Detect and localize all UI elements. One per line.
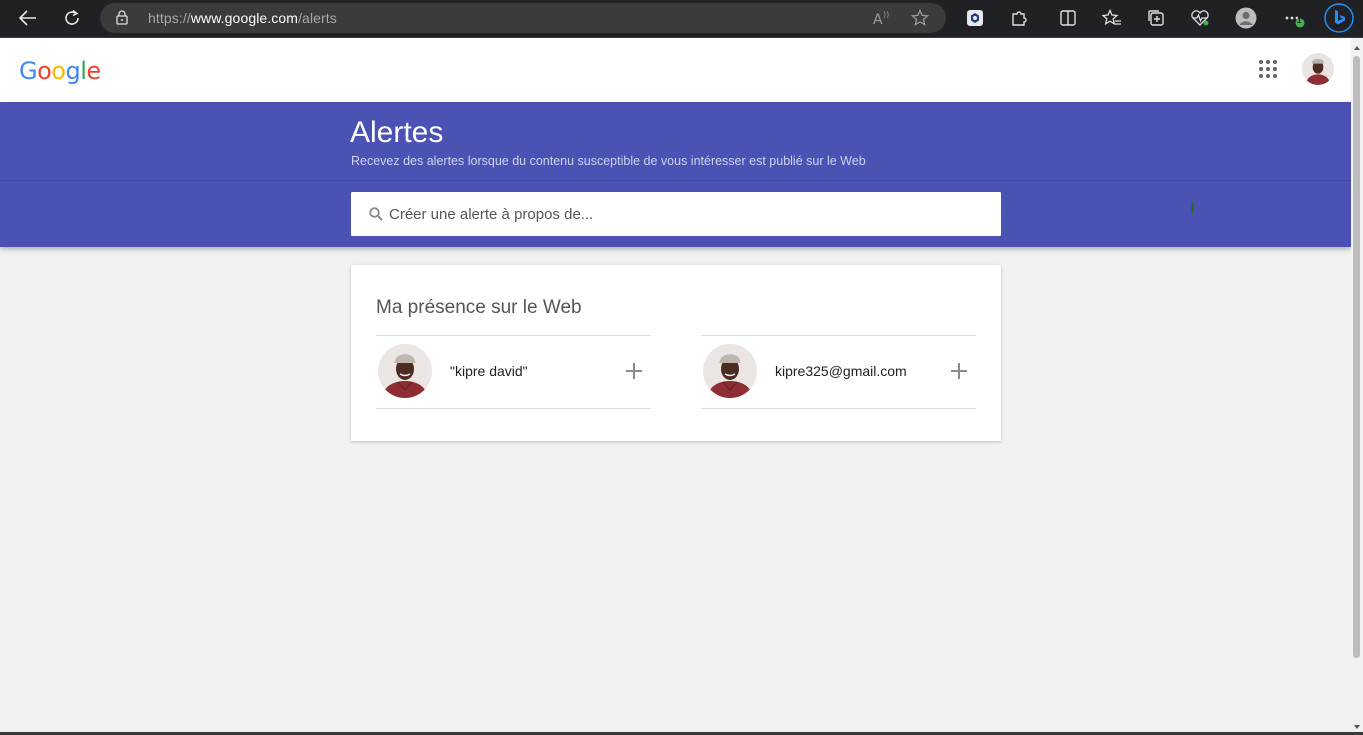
alerts-banner: Alertes Recevez des alertes lorsque du c…: [0, 102, 1351, 247]
url-host: www.google.com: [190, 10, 299, 26]
avatar: [703, 344, 757, 398]
scroll-down-arrow[interactable]: [1354, 725, 1360, 729]
collections-icon[interactable]: [1141, 4, 1171, 32]
logo-letter: g: [65, 57, 81, 85]
refresh-icon[interactable]: [57, 4, 87, 32]
create-alert-input[interactable]: [389, 192, 989, 236]
status-indicator: [1191, 202, 1194, 213]
read-aloud-icon[interactable]: A)): [872, 9, 892, 32]
svg-text:)): )): [883, 10, 889, 19]
favorites-icon[interactable]: [1097, 4, 1127, 32]
plus-icon[interactable]: [950, 362, 968, 380]
logo-letter: G: [19, 57, 38, 85]
heartbeat-icon[interactable]: [1185, 4, 1215, 32]
bing-icon[interactable]: [1322, 2, 1356, 34]
presence-label: kipre325@gmail.com: [775, 363, 907, 379]
svg-text:A: A: [873, 12, 883, 27]
presence-item-name[interactable]: "kipre david": [376, 335, 651, 409]
search-icon: [369, 207, 383, 226]
scroll-thumb[interactable]: [1353, 56, 1360, 658]
puzzle-icon[interactable]: [1004, 4, 1034, 32]
plus-icon[interactable]: [625, 362, 643, 380]
star-icon[interactable]: [910, 8, 930, 32]
more-icon[interactable]: 1: [1279, 4, 1309, 32]
banner-divider: [0, 180, 1351, 181]
web-presence-card: Ma présence sur le Web "kipre david" kip…: [351, 265, 1001, 441]
presence-label: "kipre david": [450, 363, 528, 379]
back-arrow-icon[interactable]: [13, 4, 43, 32]
create-alert-box[interactable]: [351, 192, 1001, 236]
page-subtitle: Recevez des alertes lorsque du contenu s…: [351, 154, 866, 168]
address-bar[interactable]: https://www.google.com/alerts A)): [100, 3, 946, 33]
presence-item-email[interactable]: kipre325@gmail.com: [701, 335, 976, 409]
scroll-up-arrow[interactable]: [1354, 46, 1360, 50]
google-logo[interactable]: Google: [19, 57, 101, 85]
url-text[interactable]: https://www.google.com/alerts: [148, 10, 337, 26]
profile-icon[interactable]: [1231, 4, 1261, 32]
alerts-page: Google Alertes Recevez des alertes lorsq…: [0, 38, 1351, 735]
avatar: [378, 344, 432, 398]
page-title: Alertes: [350, 116, 444, 149]
scrollbar[interactable]: [1351, 38, 1363, 735]
extension-icon[interactable]: [960, 4, 990, 32]
logo-letter: o: [37, 57, 52, 85]
url-prefix: https://: [148, 10, 191, 26]
lock-icon[interactable]: [116, 10, 128, 30]
web-presence-title: Ma présence sur le Web: [376, 297, 582, 318]
top-bar: Google: [0, 38, 1351, 102]
logo-letter: e: [86, 57, 101, 85]
account-avatar[interactable]: [1302, 53, 1334, 85]
split-screen-icon[interactable]: [1053, 4, 1083, 32]
notification-badge: 1: [1297, 16, 1302, 25]
logo-letter: o: [51, 57, 66, 85]
apps-grid-icon[interactable]: [1258, 59, 1280, 81]
url-path: /alerts: [298, 10, 337, 26]
browser-toolbar: https://www.google.com/alerts A)) 1: [0, 0, 1363, 38]
